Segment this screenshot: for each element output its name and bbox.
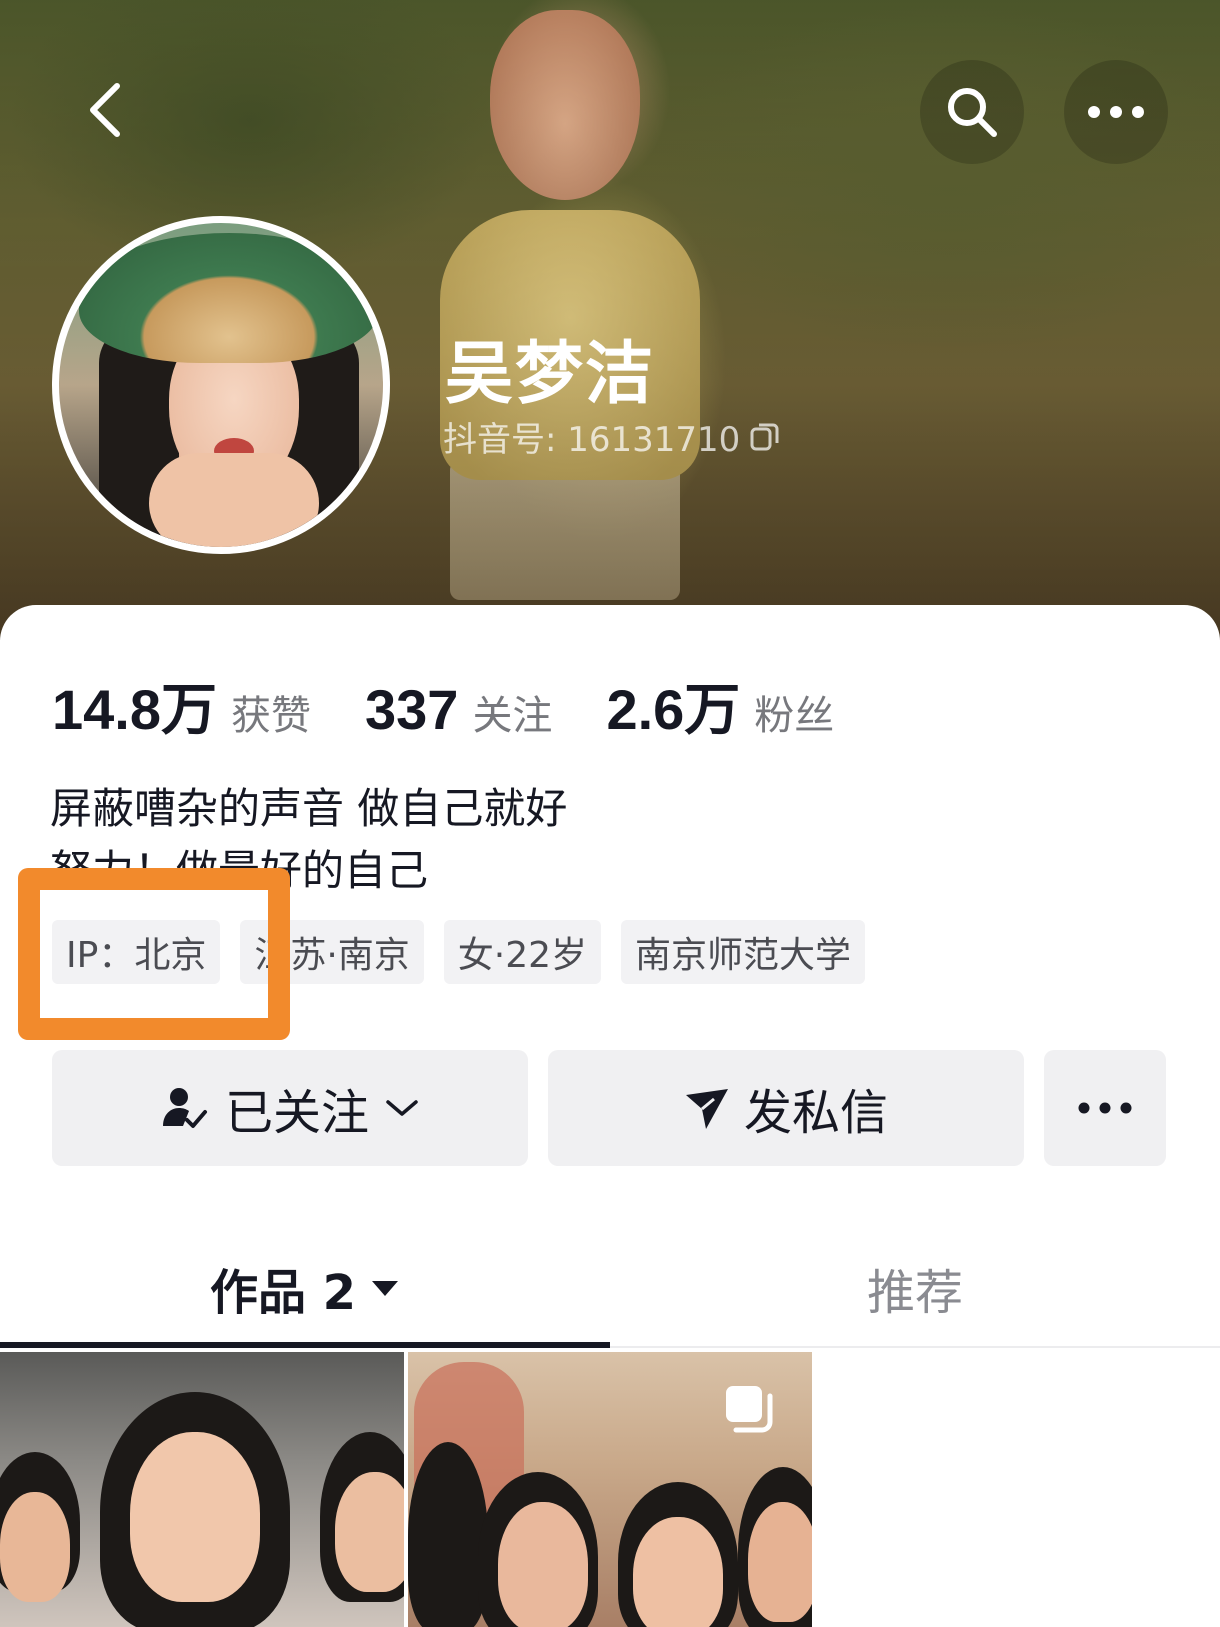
douyin-id[interactable]: 抖音号: 16131710 [443,412,782,461]
search-icon [948,88,997,137]
send-icon [685,1089,728,1129]
more-dots-icon [1078,1102,1132,1114]
followed-label: 已关注 [224,1085,369,1141]
school-tag[interactable]: 南京师范大学 [621,920,866,984]
album-thumbnail[interactable] [408,1352,812,1627]
stat-label: 粉丝 [754,693,835,739]
gender-age-tag: 女·22岁 [443,920,602,984]
thumb-person-face [335,1472,404,1592]
action-buttons: 已关注 发私信 [52,1050,1166,1166]
video-thumbnail[interactable] [0,1352,404,1627]
avatar[interactable] [52,216,390,554]
thumb-person-face [748,1502,812,1622]
followed-user-icon [162,1088,207,1128]
stat-value: 14.8万 [52,678,217,741]
avatar-hat [79,233,379,363]
thumb-person-face [0,1492,70,1602]
tab-works-label: 作品 2 [209,1265,357,1321]
bio-line-1: 屏蔽嘈杂的声音 做自己就好 [50,784,568,833]
profile-name: 吴梦洁 [445,335,656,414]
thumb-person-face [130,1432,260,1602]
stat-value: 337 [365,678,459,741]
tab-recommend-label: 推荐 [866,1265,963,1321]
thumb-person-hair [408,1442,488,1627]
avatar-hands [149,453,319,547]
more-actions-button[interactable] [1044,1050,1166,1166]
back-button[interactable] [70,70,140,150]
copy-icon [750,423,779,450]
triangle-down-icon [372,1281,399,1296]
stat-following[interactable]: 337 关注 [365,677,552,742]
chevron-down-icon [386,1100,418,1116]
more-icon [1088,106,1144,118]
multi-image-icon [726,1386,773,1433]
stat-label: 获赞 [231,693,311,739]
back-icon [90,83,120,137]
stat-followers[interactable]: 2.6万 粉丝 [606,665,834,746]
highlight-box [18,868,290,1040]
tab-works[interactable]: 作品 2 [0,1230,610,1346]
thumb-person-face [633,1517,723,1627]
content-tabs: 作品 2 推荐 [0,1230,1220,1346]
followed-button[interactable]: 已关注 [52,1050,528,1166]
stat-value: 2.6万 [606,678,741,741]
thumb-person-face [498,1502,588,1627]
stat-likes[interactable]: 14.8万 获赞 [52,665,311,746]
search-button[interactable] [920,60,1024,164]
works-grid [0,1352,1220,1627]
stats-row: 14.8万 获赞 337 关注 2.6万 粉丝 [52,665,888,746]
douyin-id-text: 抖音号: 16131710 [443,420,741,460]
tab-recommend[interactable]: 推荐 [610,1230,1220,1346]
more-button[interactable] [1064,60,1168,164]
tab-active-indicator [0,1342,610,1348]
stat-label: 关注 [472,693,553,739]
message-button[interactable]: 发私信 [548,1050,1024,1166]
message-label: 发私信 [743,1085,888,1141]
